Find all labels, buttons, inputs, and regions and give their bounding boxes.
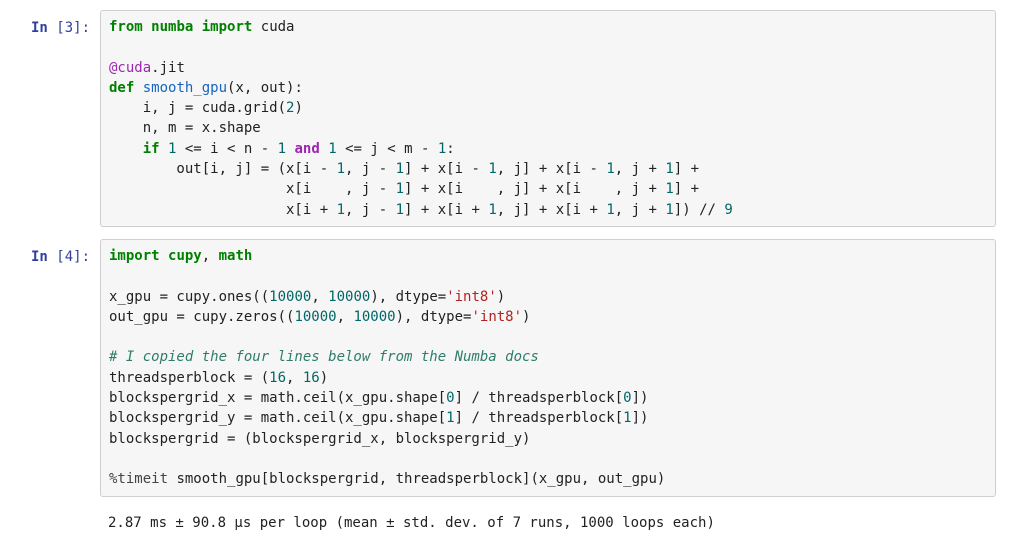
input-prompt-3: In [3]:: [10, 10, 100, 38]
prompt-number: 4: [65, 249, 73, 265]
code-cell-4: In [4]: import cupy, math x_gpu = cupy.o…: [10, 239, 996, 497]
notebook: In [3]: from numba import cuda @cuda.jit…: [0, 0, 1024, 536]
output-cell-4: 2.87 ms ± 90.8 µs per loop (mean ± std. …: [10, 509, 996, 533]
prompt-label: In: [31, 249, 56, 265]
output-prompt: [10, 509, 100, 517]
code-content-4: import cupy, math x_gpu = cupy.ones((100…: [109, 246, 987, 490]
code-content-3: from numba import cuda @cuda.jit def smo…: [109, 17, 987, 220]
prompt-label: In: [31, 20, 56, 36]
output-content-4: 2.87 ms ± 90.8 µs per loop (mean ± std. …: [100, 509, 996, 533]
code-input-4[interactable]: import cupy, math x_gpu = cupy.ones((100…: [100, 239, 996, 497]
input-prompt-4: In [4]:: [10, 239, 100, 267]
code-input-3[interactable]: from numba import cuda @cuda.jit def smo…: [100, 10, 996, 227]
timeit-output: 2.87 ms ± 90.8 µs per loop (mean ± std. …: [108, 513, 996, 533]
prompt-number: 3: [65, 20, 73, 36]
code-cell-3: In [3]: from numba import cuda @cuda.jit…: [10, 10, 996, 227]
